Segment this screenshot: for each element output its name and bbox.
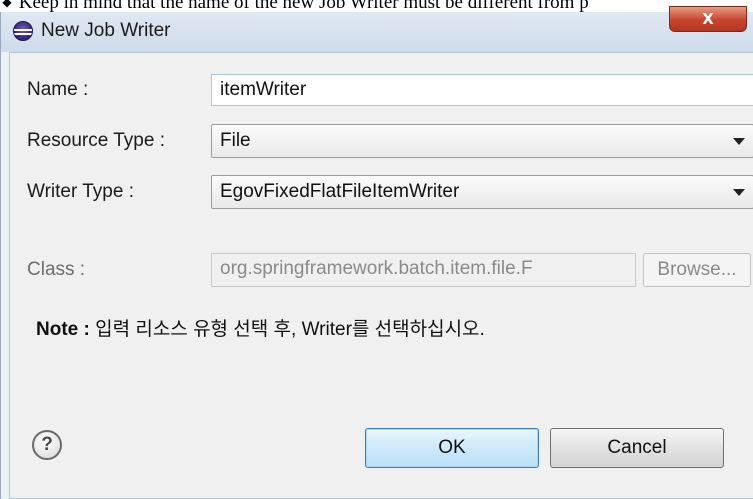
dialog-window: New Job Writer X Name : itemWriter Resou… [0, 6, 753, 499]
chevron-down-icon [733, 189, 745, 196]
resource-type-label: Resource Type : [27, 130, 166, 151]
cancel-button[interactable]: Cancel [550, 428, 724, 468]
help-icon[interactable]: ? [32, 430, 62, 460]
writer-type-value: EgovFixedFlatFileItemWriter [220, 181, 460, 202]
resource-type-select[interactable]: File [211, 124, 753, 158]
class-input: org.springframework.batch.item.file.F [211, 253, 636, 287]
name-input[interactable]: itemWriter [211, 74, 753, 106]
note-text-block: Note : 입력 리소스 유형 선택 후, Writer를 선택하십시오. [36, 317, 485, 343]
page-caption: ◆ Keep in mind that the name of the new … [0, 0, 753, 12]
resource-type-value: File [220, 130, 251, 151]
ok-button[interactable]: OK [365, 428, 539, 468]
name-label: Name : [27, 79, 89, 100]
caption-text: Keep in mind that the name of the new Jo… [18, 0, 589, 12]
close-icon: X [702, 10, 714, 28]
eclipse-icon [13, 21, 33, 41]
note-message: 입력 리소스 유형 선택 후, Writer를 선택하십시오. [95, 319, 485, 340]
chevron-down-icon [733, 138, 745, 145]
dialog-content: Name : itemWriter Resource Type : File W… [9, 52, 753, 499]
class-label: Class : [27, 259, 86, 280]
browse-button: Browse... [643, 253, 751, 287]
bullet-icon: ◆ [2, 0, 12, 9]
dialog-title: New Job Writer [41, 20, 171, 41]
close-button[interactable]: X [669, 6, 747, 32]
title-bar[interactable]: New Job Writer X [1, 6, 753, 52]
writer-type-select[interactable]: EgovFixedFlatFileItemWriter [211, 175, 753, 209]
note-label: Note : [36, 319, 90, 340]
writer-type-label: Writer Type : [27, 181, 134, 202]
